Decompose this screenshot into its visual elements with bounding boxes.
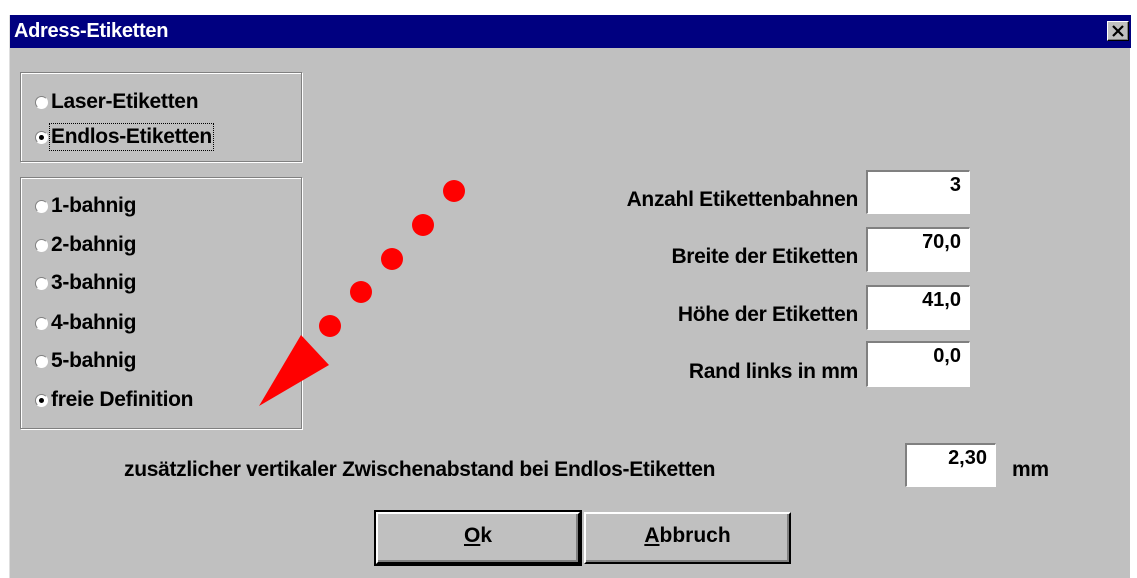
radio-4-bahnig[interactable]: 4-bahnig [35, 307, 136, 339]
spacing-input[interactable]: 2,30 [905, 443, 996, 487]
radio-label: freie Definition [51, 388, 194, 411]
cancel-mnemonic: A [644, 524, 660, 547]
cancel-label: bbruch [659, 524, 731, 547]
radio-label: 1-bahnig [51, 194, 137, 217]
rand-input[interactable]: 0,0 [866, 341, 970, 387]
radio-2-bahnig[interactable]: 2-bahnig [35, 229, 136, 261]
spacing-unit: mm [1012, 458, 1049, 481]
ok-button[interactable]: Ok [374, 510, 582, 566]
radio-endlos-etiketten[interactable]: Endlos-Etiketten [35, 121, 214, 153]
radio-label: Endlos-Etiketten [49, 123, 214, 151]
radio-freie-definition[interactable]: freie Definition [35, 384, 194, 416]
radio-label: 5-bahnig [51, 349, 137, 372]
tracks-group: 1-bahnig 2-bahnig 3-bahnig 4-bahnig 5-ba… [20, 177, 302, 429]
title-bar[interactable]: Adress-Etiketten [10, 15, 1131, 48]
radio-button-endlos[interactable] [35, 130, 48, 144]
radio-3-bahnig[interactable]: 3-bahnig [35, 267, 136, 299]
breite-label: Breite der Etiketten [671, 245, 858, 268]
hoehe-label: Höhe der Etiketten [677, 303, 858, 326]
anzahl-label: Anzahl Etikettenbahnen [626, 188, 859, 211]
label-type-group: Laser-Etiketten Endlos-Etiketten [20, 72, 302, 162]
radio-5-bahnig[interactable]: 5-bahnig [35, 345, 136, 377]
radio-label: 4-bahnig [51, 311, 137, 334]
radio-label: 2-bahnig [51, 233, 137, 256]
rand-label: Rand links in mm [688, 360, 858, 383]
breite-input[interactable]: 70,0 [866, 227, 970, 272]
ok-mnemonic: O [463, 524, 481, 547]
anzahl-input[interactable]: 3 [866, 170, 970, 214]
cancel-button[interactable]: Abbruch [584, 512, 791, 564]
close-button[interactable] [1107, 21, 1129, 41]
radio-button[interactable] [35, 276, 48, 290]
radio-button[interactable] [35, 316, 48, 330]
hoehe-input[interactable]: 41,0 [866, 285, 970, 330]
ok-label: k [480, 524, 493, 547]
radio-label: 3-bahnig [51, 271, 137, 294]
radio-1-bahnig[interactable]: 1-bahnig [35, 190, 136, 222]
radio-button[interactable] [35, 393, 48, 407]
spacing-label: zusätzlicher vertikaler Zwischenabstand … [124, 458, 716, 481]
radio-laser-etiketten[interactable]: Laser-Etiketten [35, 86, 199, 118]
radio-button[interactable] [35, 199, 48, 213]
radio-label: Laser-Etiketten [51, 90, 199, 113]
radio-button[interactable] [35, 238, 48, 252]
radio-button[interactable] [35, 354, 48, 368]
close-icon [1112, 25, 1124, 37]
window-title: Adress-Etiketten [14, 20, 169, 42]
radio-button-laser[interactable] [35, 95, 48, 109]
dialog-window: Adress-Etiketten Laser-Etiketten Endlos-… [9, 15, 1131, 578]
